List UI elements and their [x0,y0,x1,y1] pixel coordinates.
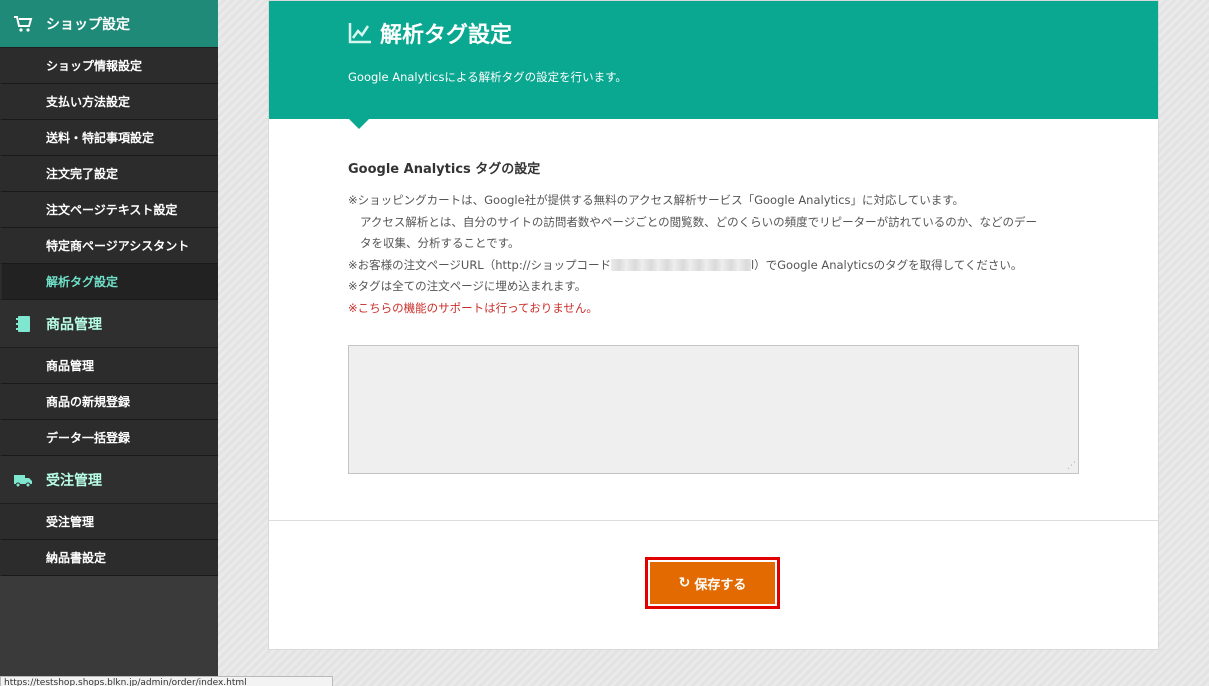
note-line: アクセス解析とは、自分のサイトの訪問者数やページごとの閲覧数、どのくらいの頻度で… [360,214,1037,229]
truck-icon [12,470,34,490]
sidebar-item-order-management[interactable]: 受注管理 [0,504,218,540]
page-title-text: 解析タグ設定 [380,23,513,48]
sidebar-item-delivery-note[interactable]: 納品書設定 [0,540,218,576]
sidebar-item-commerce-assistant[interactable]: 特定商ページアシスタント [0,228,218,264]
sidebar-item-shop-info[interactable]: ショップ情報設定 [0,48,218,84]
sidebar-section-shop-settings[interactable]: ショップ設定 [0,0,218,48]
sidebar-item-payment[interactable]: 支払い方法設定 [0,84,218,120]
note-line: ※お客様の注文ページURL（http://ショップコード l）でGoogle An… [348,255,1088,277]
note-line: ※タグは全ての注文ページに埋め込まれます。 [348,279,587,293]
save-button-highlight: ↻ 保存する [645,557,780,609]
notes: ※ショッピングカートは、Google社が提供する無料のアクセス解析サービス「Go… [348,190,1088,319]
sidebar-item-order-complete[interactable]: 注文完了設定 [0,156,218,192]
sidebar-section-orders[interactable]: 受注管理 [0,456,218,504]
panel-header: 解析タグ設定 Google Analyticsによる解析タグの設定を行います。 [269,1,1158,119]
sidebar-item-bulk-import[interactable]: データ一括登録 [0,420,218,456]
sidebar-section-label: ショップ設定 [46,16,130,33]
sidebar-item-new-product[interactable]: 商品の新規登録 [0,384,218,420]
note-text: l）でGoogle Analyticsのタグを取得してください。 [750,257,1023,272]
note-text: ※お客様の注文ページURL（http://ショップコード [348,257,611,272]
analytics-tag-textarea[interactable] [348,345,1079,474]
divider [269,520,1158,521]
redacted-shop-url [610,259,751,271]
note-line: ※ショッピングカートは、Google社が提供する無料のアクセス解析サービス「Go… [348,193,965,207]
resize-grip-icon[interactable]: ⋰ [1067,461,1077,471]
section-heading: Google Analytics タグの設定 [348,162,541,177]
refresh-icon: ↻ [678,575,691,591]
page-subtitle: Google Analyticsによる解析タグの設定を行います。 [348,70,627,84]
sidebar-item-analytics-tag[interactable]: 解析タグ設定 [0,264,218,300]
save-button-label: 保存する [694,577,747,593]
status-bar-url: https://testshop.shops.blkn.jp/admin/ord… [0,676,333,686]
note-line: タを収集、分析することです。 [360,236,520,250]
header-notch [349,119,369,129]
analytics-tag-panel: 解析タグ設定 Google Analyticsによる解析タグの設定を行います。 … [268,0,1159,650]
sidebar-section-products[interactable]: 商品管理 [0,300,218,348]
sidebar: ショップ設定 ショップ情報設定 支払い方法設定 送料・特記事項設定 注文完了設定… [0,0,218,686]
cart-icon [12,14,34,34]
support-warning: ※こちらの機能のサポートは行っておりません。 [348,300,598,315]
sidebar-item-order-page-text[interactable]: 注文ページテキスト設定 [0,192,218,228]
save-button[interactable]: ↻ 保存する [650,562,775,604]
chart-icon [348,22,372,44]
sidebar-item-product-management[interactable]: 商品管理 [0,348,218,384]
page-title: 解析タグ設定 [348,17,512,49]
sidebar-item-shipping[interactable]: 送料・特記事項設定 [0,120,218,156]
sidebar-section-label: 商品管理 [46,316,102,333]
notebook-icon [12,314,34,334]
sidebar-section-label: 受注管理 [46,472,102,489]
